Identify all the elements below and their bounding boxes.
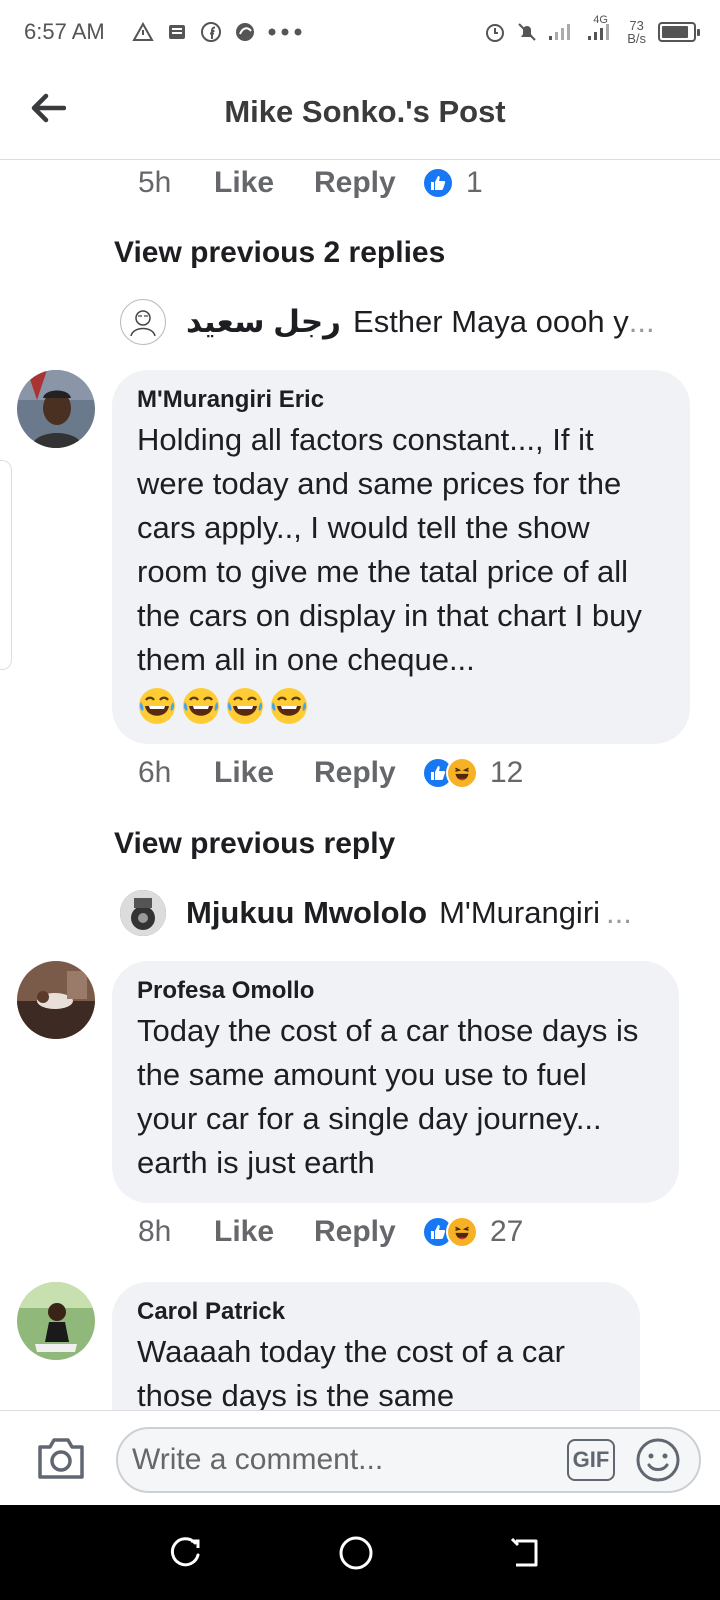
reactions[interactable] <box>422 757 478 789</box>
reaction-count: 27 <box>490 1215 524 1248</box>
comment-bubble[interactable]: M'Murangiri Eric Holding all factors con… <box>112 370 690 744</box>
comment-text: Today the cost of a car those days is th… <box>137 1013 639 1180</box>
ellipsis: ... <box>606 895 632 930</box>
reply-button[interactable]: Reply <box>314 166 422 200</box>
comment-author[interactable]: Profesa Omollo <box>137 977 655 1005</box>
home-icon[interactable] <box>336 1533 376 1573</box>
ellipsis: ... <box>628 304 655 339</box>
back-nav-icon[interactable] <box>506 1533 546 1573</box>
comment-text: Waaaah today the cost of a car those day… <box>137 1334 565 1410</box>
net-speed: 73 B/s <box>627 18 646 46</box>
like-button[interactable]: Like <box>214 1215 314 1249</box>
comment-input[interactable] <box>132 1443 532 1477</box>
comment-meta-row: 8h Like Reply 27 <box>138 1215 523 1249</box>
laughing-emoji-icon <box>271 688 307 724</box>
recent-apps-icon[interactable] <box>165 1533 205 1573</box>
avatar <box>120 890 166 936</box>
comment-meta-row: 6h Like Reply 12 <box>138 756 523 790</box>
reaction-count: 12 <box>490 756 524 789</box>
status-time: 6:57 AM <box>24 19 105 44</box>
reply-text: Esther Maya oooh y <box>353 304 629 339</box>
post-header: Mike Sonko.'s Post <box>0 64 720 160</box>
comment-time: 5h <box>138 166 172 199</box>
comment-time: 6h <box>138 756 172 789</box>
reactions[interactable] <box>422 1216 478 1248</box>
reply-button[interactable]: Reply <box>314 1215 422 1249</box>
reply-preview[interactable]: رجل سعيد Esther Maya oooh y ... <box>120 299 680 345</box>
reaction-count: 1 <box>466 166 483 199</box>
emoji-row <box>137 686 666 726</box>
warning-triangle-icon <box>131 20 155 44</box>
page-title: Mike Sonko.'s Post <box>224 93 506 129</box>
comment-time: 8h <box>138 1215 172 1248</box>
more-dots-icon <box>267 20 303 44</box>
comment-meta-row: 5h Like Reply 1 <box>138 166 483 200</box>
reply-preview[interactable]: Mjukuu Mwololo M'Murangiri ... <box>120 890 680 936</box>
reactions[interactable] <box>422 167 454 199</box>
view-previous-replies-link[interactable]: View previous 2 replies <box>114 236 445 270</box>
haha-reaction-icon <box>446 1216 478 1248</box>
emoji-smile-icon[interactable] <box>635 1437 681 1483</box>
status-bar: 6:57 AM 4G 73 B/s <box>0 0 720 64</box>
alarm-icon <box>483 20 507 44</box>
laughing-emoji-icon <box>183 688 219 724</box>
comment-author[interactable]: Carol Patrick <box>137 1298 616 1326</box>
comment-input-box[interactable]: GIF <box>116 1427 701 1493</box>
signal-icon <box>547 20 575 44</box>
reply-button[interactable]: Reply <box>314 756 422 790</box>
view-previous-reply-link[interactable]: View previous reply <box>114 827 395 861</box>
gif-button[interactable]: GIF <box>567 1439 615 1481</box>
avatar[interactable] <box>17 1282 95 1360</box>
comment-text: Holding all factors constant..., If it w… <box>137 422 642 677</box>
comment-author[interactable]: M'Murangiri Eric <box>137 386 666 414</box>
like-button[interactable]: Like <box>214 756 314 790</box>
comment-composer: GIF <box>0 1410 720 1505</box>
comments-list[interactable]: 5h Like Reply 1 View previous 2 replies … <box>0 160 720 1410</box>
laughing-emoji-icon <box>139 688 175 724</box>
laughing-emoji-icon <box>227 688 263 724</box>
battery-icon <box>658 22 700 42</box>
vpn-icon <box>233 20 257 44</box>
avatar[interactable] <box>17 961 95 1039</box>
comment-bubble[interactable]: Carol Patrick Waaaah today the cost of a… <box>112 1282 640 1410</box>
back-arrow-icon[interactable] <box>28 88 68 128</box>
signal-4g-icon: 4G <box>583 14 619 44</box>
reply-text: M'Murangiri <box>439 895 601 930</box>
avatar <box>120 299 166 345</box>
news-icon <box>165 20 189 44</box>
like-button[interactable]: Like <box>214 166 314 200</box>
mute-bell-icon <box>515 20 539 44</box>
reply-author[interactable]: Mjukuu Mwololo <box>186 895 427 931</box>
comment-bubble[interactable]: Profesa Omollo Today the cost of a car t… <box>112 961 679 1203</box>
reply-author[interactable]: رجل سعيد <box>186 304 341 340</box>
like-reaction-icon <box>422 167 454 199</box>
camera-icon[interactable] <box>36 1435 86 1481</box>
system-nav-bar <box>0 1505 720 1600</box>
avatar[interactable] <box>17 370 95 448</box>
haha-reaction-icon <box>446 757 478 789</box>
facebook-icon <box>199 20 223 44</box>
side-panel-edge <box>0 460 12 670</box>
